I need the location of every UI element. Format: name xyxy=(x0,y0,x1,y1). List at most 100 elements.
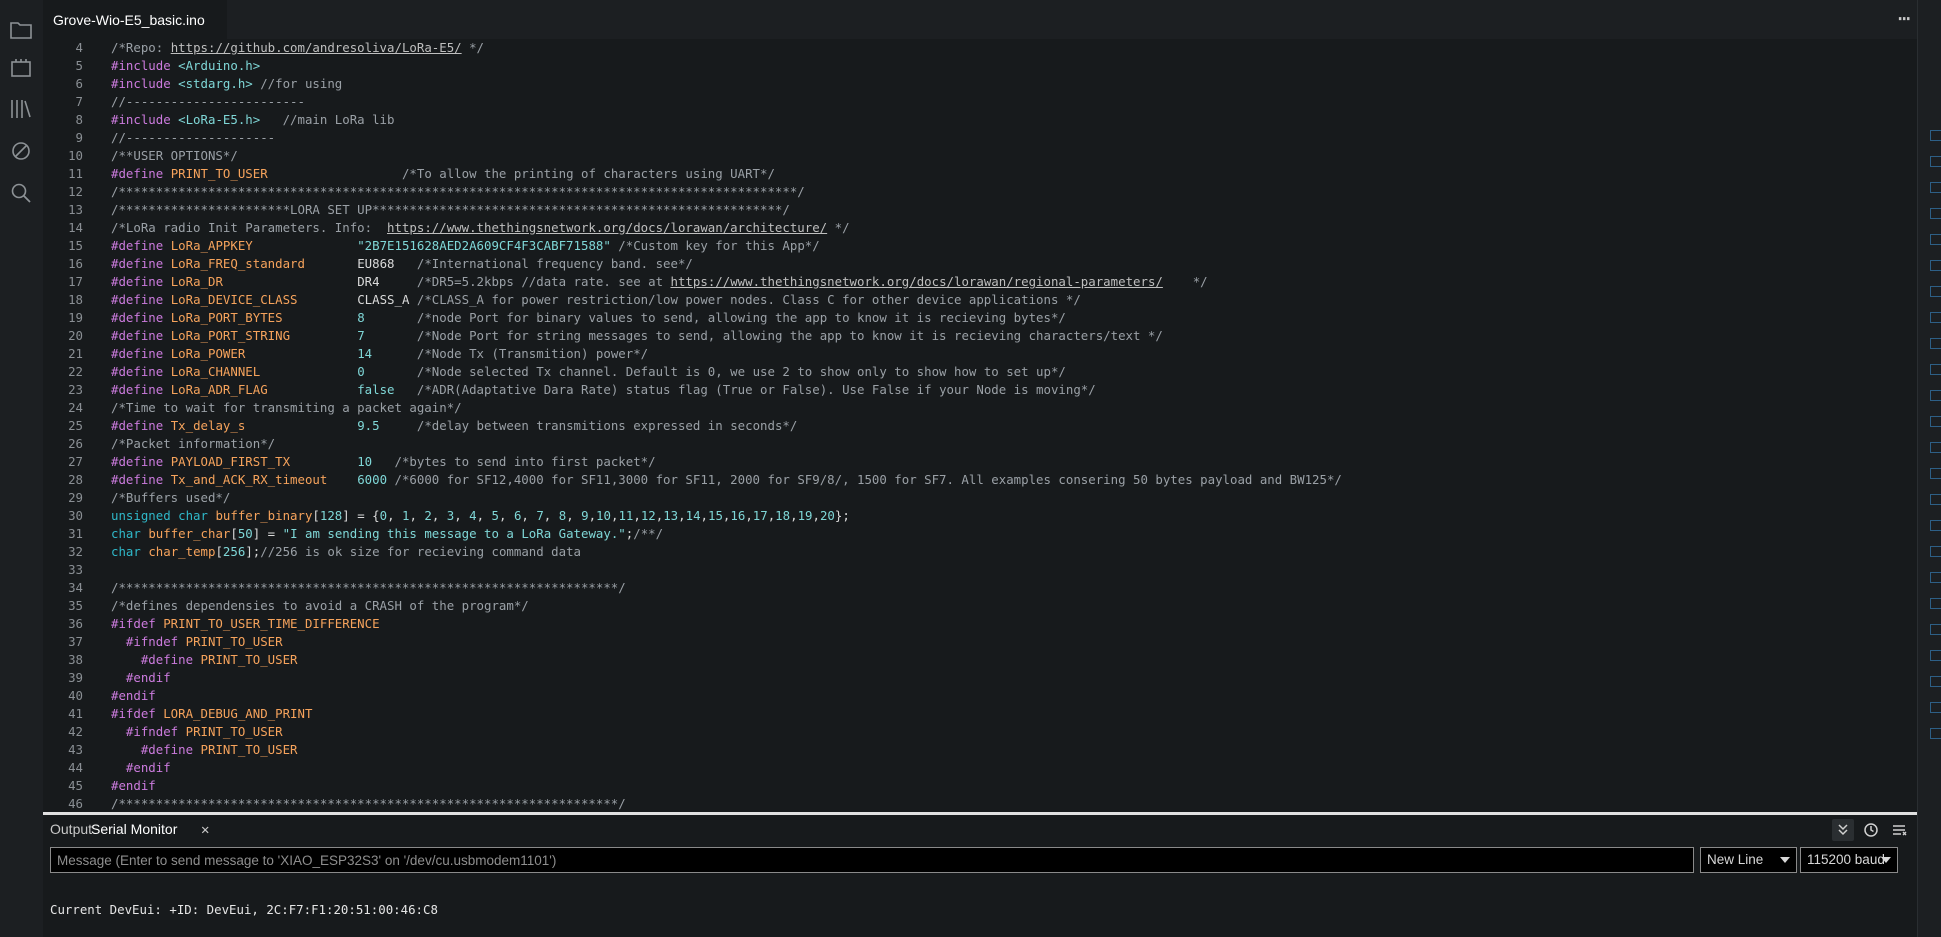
more-options-icon[interactable]: ⋯ xyxy=(1898,8,1910,28)
code-line[interactable]: 40 #endif xyxy=(43,687,1918,705)
tab-grove-wio-e5-basic[interactable]: Grove-Wio-E5_basic.ino xyxy=(43,0,227,39)
code-line[interactable]: 5 #include <Arduino.h> xyxy=(43,57,1918,75)
code-link[interactable]: https://www.thethingsnetwork.org/docs/lo… xyxy=(671,274,1163,289)
outline-item-icon[interactable] xyxy=(1930,130,1941,141)
outline-item-icon[interactable] xyxy=(1930,208,1941,219)
code-line[interactable]: 24 /*Time to wait for transmiting a packe… xyxy=(43,399,1918,417)
code-line[interactable]: 15 #define LoRa_APPKEY "2B7E151628AED2A60… xyxy=(43,237,1918,255)
code-line[interactable]: 9 //-------------------- xyxy=(43,129,1918,147)
line-ending-select[interactable]: New Line xyxy=(1700,847,1797,873)
outline-item-icon[interactable] xyxy=(1930,312,1941,323)
code-line[interactable]: 8 #include <LoRa-E5.h> //main LoRa lib xyxy=(43,111,1918,129)
outline-item-icon[interactable] xyxy=(1930,728,1941,739)
code-line[interactable]: 32 char char_temp[256];//256 is ok size f… xyxy=(43,543,1918,561)
line-number: 4 xyxy=(75,40,83,55)
baud-rate-select[interactable]: 115200 baud xyxy=(1800,847,1898,873)
library-icon[interactable] xyxy=(8,96,34,122)
code-line[interactable]: 20 #define LoRa_PORT_STRING 7 /*Node Port… xyxy=(43,327,1918,345)
code-text: #ifndef PRINT_TO_USER xyxy=(111,633,283,651)
outline-item-icon[interactable] xyxy=(1930,650,1941,661)
code-token: */ xyxy=(1162,274,1208,289)
tab-serial-monitor[interactable]: Serial Monitor xyxy=(91,821,177,837)
outline-item-icon[interactable] xyxy=(1930,520,1941,531)
code-line[interactable]: 35 /*defines dependensies to avoid a CRAS… xyxy=(43,597,1918,615)
code-line[interactable]: 45 #endif xyxy=(43,777,1918,795)
outline-item-icon[interactable] xyxy=(1930,442,1941,453)
code-line[interactable]: 7 //------------------------ xyxy=(43,93,1918,111)
autoscroll-icon[interactable] xyxy=(1832,819,1854,841)
outline-item-icon[interactable] xyxy=(1930,598,1941,609)
outline-item-icon[interactable] xyxy=(1930,286,1941,297)
code-token: #define xyxy=(111,166,171,181)
outline-item-icon[interactable] xyxy=(1930,468,1941,479)
code-link[interactable]: https://www.thethingsnetwork.org/docs/lo… xyxy=(387,220,827,235)
code-line[interactable]: 13 /***********************LORA SET UP***… xyxy=(43,201,1918,219)
clear-output-icon[interactable] xyxy=(1888,819,1910,841)
code-line[interactable]: 17 #define LoRa_DR DR4 /*DR5=5.2kbps //da… xyxy=(43,273,1918,291)
serial-message-input[interactable] xyxy=(50,847,1694,873)
code-line[interactable]: 31 char buffer_char[50] = "I am sending t… xyxy=(43,525,1918,543)
code-token: //-------------------- xyxy=(111,130,276,145)
code-line[interactable]: 43 #define PRINT_TO_USER xyxy=(43,741,1918,759)
outline-item-icon[interactable] xyxy=(1930,702,1941,713)
code-text: //-------------------- xyxy=(111,129,275,147)
code-editor[interactable]: 4 /*Repo: https://github.com/andresoliva/… xyxy=(43,39,1918,811)
outline-item-icon[interactable] xyxy=(1930,338,1941,349)
board-icon[interactable] xyxy=(8,55,34,81)
timestamp-icon[interactable] xyxy=(1860,819,1882,841)
tab-output[interactable]: Output xyxy=(50,821,92,837)
code-line[interactable]: 34 /*************************************… xyxy=(43,579,1918,597)
code-line[interactable]: 22 #define LoRa_CHANNEL 0 /*Node selected… xyxy=(43,363,1918,381)
code-line[interactable]: 6 #include <stdarg.h> //for using xyxy=(43,75,1918,93)
search-icon[interactable] xyxy=(8,180,34,206)
outline-item-icon[interactable] xyxy=(1930,676,1941,687)
code-line[interactable]: 11 #define PRINT_TO_USER /*To allow the p… xyxy=(43,165,1918,183)
outline-item-icon[interactable] xyxy=(1930,260,1941,271)
code-line[interactable]: 29 /*Buffers used*/ xyxy=(43,489,1918,507)
code-line[interactable]: 27 #define PAYLOAD_FIRST_TX 10 /*bytes to… xyxy=(43,453,1918,471)
code-line[interactable]: 36 #ifdef PRINT_TO_USER_TIME_DIFFERENCE xyxy=(43,615,1918,633)
outline-item-icon[interactable] xyxy=(1930,572,1941,583)
code-line[interactable]: 26 /*Packet information*/ xyxy=(43,435,1918,453)
line-number: 29 xyxy=(68,490,83,505)
outline-item-icon[interactable] xyxy=(1930,364,1941,375)
code-line[interactable]: 18 #define LoRa_DEVICE_CLASS CLASS_A /*CL… xyxy=(43,291,1918,309)
outline-item-icon[interactable] xyxy=(1930,390,1941,401)
outline-item-icon[interactable] xyxy=(1930,156,1941,167)
activity-bar xyxy=(0,0,43,937)
code-line[interactable]: 23 #define LoRa_ADR_FLAG false /*ADR(Adap… xyxy=(43,381,1918,399)
code-line[interactable]: 10 /**USER OPTIONS*/ xyxy=(43,147,1918,165)
debug-icon[interactable] xyxy=(8,138,34,164)
code-line[interactable]: 4 /*Repo: https://github.com/andresoliva/… xyxy=(43,39,1918,57)
outline-item-icon[interactable] xyxy=(1930,234,1941,245)
outline-item-icon[interactable] xyxy=(1930,182,1941,193)
code-token: LoRa_CHANNEL xyxy=(170,364,358,379)
code-line[interactable]: 41 #ifdef LORA_DEBUG_AND_PRINT xyxy=(43,705,1918,723)
code-line[interactable]: 25 #define Tx_delay_s 9.5 /*delay between… xyxy=(43,417,1918,435)
code-line[interactable]: 42 #ifndef PRINT_TO_USER xyxy=(43,723,1918,741)
code-token: */ xyxy=(827,220,850,235)
code-line[interactable]: 33 xyxy=(43,561,1918,579)
outline-item-icon[interactable] xyxy=(1930,546,1941,557)
code-line[interactable]: 19 #define LoRa_PORT_BYTES 8 /*node Port … xyxy=(43,309,1918,327)
outline-item-icon[interactable] xyxy=(1930,624,1941,635)
code-line[interactable]: 46 /*************************************… xyxy=(43,795,1918,811)
code-token: PRINT_TO_USER xyxy=(170,166,268,181)
code-line[interactable]: 30 unsigned char buffer_binary[128] = {0,… xyxy=(43,507,1918,525)
code-line[interactable]: 21 #define LoRa_POWER 14 /*Node Tx (Trans… xyxy=(43,345,1918,363)
code-line[interactable]: 44 #endif xyxy=(43,759,1918,777)
code-line[interactable]: 28 #define Tx_and_ACK_RX_timeout 6000 /*6… xyxy=(43,471,1918,489)
code-token: LoRa_PORT_BYTES xyxy=(170,310,358,325)
code-line[interactable]: 38 #define PRINT_TO_USER xyxy=(43,651,1918,669)
code-line[interactable]: 14 /*LoRa radio Init Parameters. Info: ht… xyxy=(43,219,1918,237)
folder-icon[interactable] xyxy=(8,17,34,43)
code-line[interactable]: 12 /*************************************… xyxy=(43,183,1918,201)
outline-item-icon[interactable] xyxy=(1930,494,1941,505)
close-serial-monitor-icon[interactable]: ✕ xyxy=(201,822,209,838)
code-line[interactable]: 39 #endif xyxy=(43,669,1918,687)
code-link[interactable]: https://github.com/andresoliva/LoRa-E5/ xyxy=(171,40,462,55)
outline-item-icon[interactable] xyxy=(1930,416,1941,427)
code-token: 11 xyxy=(618,508,634,523)
code-line[interactable]: 16 #define LoRa_FREQ_standard EU868 /*Int… xyxy=(43,255,1918,273)
code-line[interactable]: 37 #ifndef PRINT_TO_USER xyxy=(43,633,1918,651)
